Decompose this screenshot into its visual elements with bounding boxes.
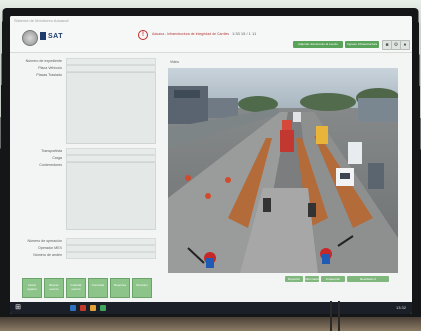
app-icon[interactable] bbox=[100, 305, 106, 311]
contenedores-grid[interactable] bbox=[66, 162, 156, 230]
sat-logo-text: SAT bbox=[48, 32, 63, 40]
search-event-button[interactable]: Buscar evento bbox=[44, 278, 64, 298]
warning-icon: ! bbox=[138, 30, 148, 40]
sat-logo: SAT bbox=[40, 30, 64, 42]
anden-field[interactable] bbox=[66, 252, 156, 259]
label-expediente: Número de expediente bbox=[25, 59, 62, 63]
carga-field[interactable] bbox=[66, 155, 156, 162]
app-screen: Sistema de Monitoreo Aduanal SAT ! Aduan… bbox=[10, 16, 412, 314]
header-clock: 1:33 15 / 1 11 bbox=[232, 31, 257, 36]
save-event-button[interactable]: Guardar evento bbox=[66, 278, 86, 298]
monitor-cable bbox=[338, 301, 340, 331]
label-operador: Operador MEX bbox=[38, 246, 62, 250]
result-button[interactable]: Resultado 2 bbox=[347, 276, 389, 282]
monitor-cable bbox=[330, 301, 332, 331]
toll-booth-camera-image bbox=[168, 68, 398, 273]
sat-logo-mark bbox=[40, 32, 46, 40]
inspection-button[interactable]: Inspección bbox=[321, 276, 345, 282]
government-seal-icon bbox=[22, 30, 38, 46]
label-contenedores: Contenedores bbox=[39, 163, 62, 167]
user-icon[interactable]: ● bbox=[400, 40, 410, 50]
browser-icon[interactable] bbox=[80, 305, 86, 311]
review-button[interactable]: Revisión bbox=[132, 278, 152, 298]
label-carga: Carga bbox=[52, 156, 62, 160]
explorer-icon[interactable] bbox=[70, 305, 76, 311]
desk-surface bbox=[0, 317, 421, 331]
video-feed[interactable] bbox=[168, 68, 398, 273]
placas-grid[interactable] bbox=[66, 72, 156, 144]
app-header: Sistema de Monitoreo Aduanal SAT ! Aduan… bbox=[10, 16, 412, 53]
label-operacion: Número de operación bbox=[27, 239, 62, 243]
reports-button[interactable]: Reportes bbox=[110, 278, 130, 298]
label-transportista: Transportista bbox=[41, 149, 62, 153]
operador-field[interactable] bbox=[66, 245, 156, 252]
operacion-field[interactable] bbox=[66, 238, 156, 245]
event-form: Número de expediente Placa Vehículo Plac… bbox=[10, 53, 160, 273]
info-button[interactable]: Información bbox=[305, 276, 321, 282]
label-placas-traslado: Placas Traslado bbox=[36, 73, 62, 77]
folder-icon[interactable] bbox=[90, 305, 96, 311]
placa-vehiculo-field[interactable] bbox=[66, 65, 156, 72]
browser-title: Sistema de Monitoreo Aduanal bbox=[14, 18, 69, 23]
consult-button[interactable]: Consultar bbox=[88, 278, 108, 298]
start-record-button[interactable]: Iniciar registro bbox=[22, 278, 42, 298]
expediente-field[interactable] bbox=[66, 58, 156, 65]
start-menu-icon[interactable]: ⊞ bbox=[14, 304, 22, 312]
infrastructure-button[interactable]: Ingreso Infraestructura bbox=[345, 41, 379, 48]
report-button[interactable]: Reportar bbox=[285, 276, 303, 282]
warning-message: Aduana - Infraestructura de Integridad d… bbox=[152, 32, 230, 36]
transportista-field[interactable] bbox=[66, 148, 156, 155]
os-taskbar: ⊞ 13:32 bbox=[10, 302, 412, 314]
video-label: Video bbox=[170, 60, 179, 64]
label-anden: Número de andén bbox=[33, 253, 62, 257]
label-placa-vehiculo: Placa Vehículo bbox=[38, 66, 62, 70]
taskbar-clock: 13:32 bbox=[395, 305, 406, 310]
attach-document-button[interactable]: Adjuntar documento al evento bbox=[293, 41, 343, 48]
